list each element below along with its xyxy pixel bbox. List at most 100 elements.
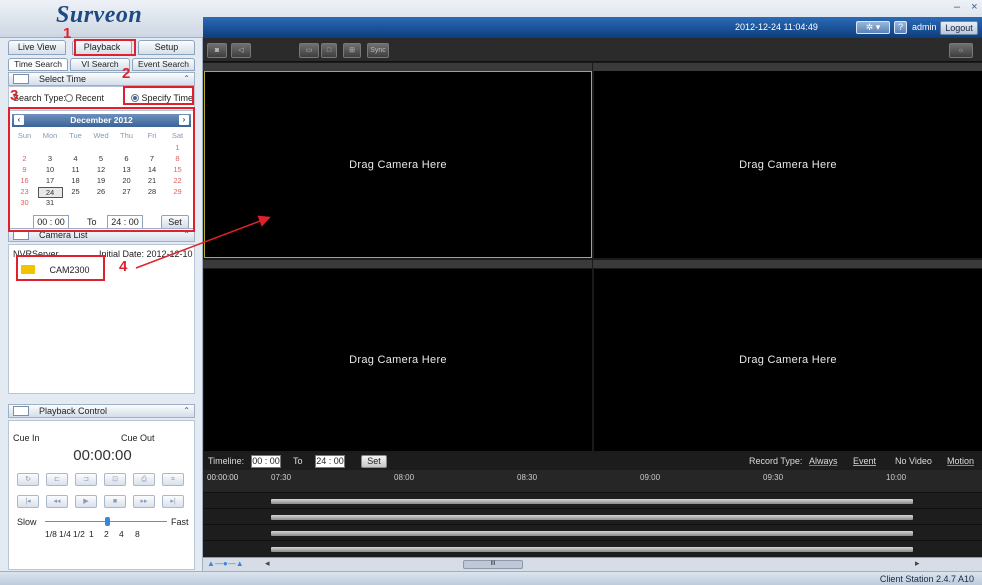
timeline-header: Timeline: 00 : 00 To 24 : 00 Set Record … [203,455,982,471]
pane-label: Drag Camera Here [739,158,837,171]
scroll-right-icon[interactable]: ▸ [915,558,920,569]
timeline-set-button[interactable]: Set [361,455,387,468]
timeline-tick-label: 07:30 [271,473,292,482]
timeline-tick-label: 09:30 [763,473,784,482]
timeline-panel: Timeline: 00 : 00 To 24 : 00 Set Record … [203,452,982,571]
window-controls[interactable]: – × [954,1,982,13]
rewind-icon[interactable]: ↻ [17,473,39,486]
video-toolbar: ◙ ◁ ▭ □ ⊞ Sync ☼ [203,38,982,62]
annotation-number-1: 1 [63,25,72,42]
help-button[interactable]: ? [894,21,907,34]
layout-4-icon[interactable]: ⊞ [343,43,361,58]
scroll-left-icon[interactable]: ◂ [265,558,270,569]
username: admin [912,22,937,32]
pane-label: Drag Camera Here [739,354,837,366]
rewind-fast-icon[interactable]: ◂◂ [46,495,68,508]
record-type-label: Record Type: [749,456,803,466]
sync-button[interactable]: Sync [367,43,389,58]
timeline-to-input[interactable]: 24 : 00 [315,455,345,468]
tab-time-search[interactable]: Time Search [8,58,68,71]
timeline-scrollbar[interactable]: ▲—●—▲ ◂ III ▸ [203,557,982,571]
annotation-box-2 [123,86,194,105]
pane-titlebar [593,260,982,268]
speed-label: 2 [104,529,109,539]
speed-label: 1/4 [59,529,71,539]
print-icon[interactable]: ⎙ [133,473,155,486]
slow-label: Slow [17,517,37,527]
record-type-always[interactable]: Always [809,456,838,466]
export-icon[interactable]: ⊡ [104,473,126,486]
record-type-motion[interactable]: Motion [947,456,974,466]
cue-out-label[interactable]: Cue Out [121,433,155,443]
speed-label: 8 [135,529,140,539]
initial-date: Initial Date: 2012-12-10 [99,249,193,259]
pane-label: Drag Camera Here [349,354,447,366]
settings-button[interactable]: ✲ ▾ [856,21,890,34]
tab-setup[interactable]: Setup [138,40,195,55]
recent-radio[interactable]: Recent [65,93,104,103]
timeline-from-input[interactable]: 00 : 00 [251,455,281,468]
layout-1-icon[interactable]: □ [321,43,337,58]
annotation-number-4: 4 [119,258,128,275]
fullscreen-icon[interactable]: ▭ [299,43,319,58]
video-pane-4[interactable]: Drag Camera Here [594,269,982,451]
speed-slider[interactable] [45,517,167,526]
track-bar [271,515,913,520]
play-icon[interactable]: ▶ [75,495,97,508]
cue-in-icon[interactable]: ⊏ [46,473,68,486]
annotation-box-4 [16,255,105,281]
playback-control: Cue In Cue Out 00:00:00 ↻ ⊏ ⊐ ⊡ ⎙ ⌗ |◂ ◂◂ ▶ ■ ▸▸ ▸… [8,420,195,570]
annotation-number-2: 2 [122,65,131,82]
logout-button[interactable]: Logout [940,21,978,35]
timeline-current-time: 00:00:00 [207,473,239,482]
snapshot-icon[interactable]: ◙ [207,43,227,58]
audio-icon[interactable]: ◁ [231,43,251,58]
last-frame-icon[interactable]: ▸| [162,495,184,508]
speed-label: 1/8 [45,529,57,539]
forward-fast-icon[interactable]: ▸▸ [133,495,155,508]
video-pane-2[interactable]: Drag Camera Here [594,71,982,258]
playback-control-icon [13,406,29,416]
bookmark-icon[interactable]: ⌗ [162,473,184,486]
playback-control-header[interactable]: Playback Control ⌃ [8,404,195,418]
video-pane-3[interactable]: Drag Camera Here [204,269,592,451]
speed-slider-handle[interactable] [105,517,110,526]
timeline-to-label: To [293,456,303,466]
tab-event-search[interactable]: Event Search [132,58,195,71]
track-bar [271,531,913,536]
select-time-title: Select Time [39,74,87,84]
timeline-label: Timeline: [208,456,245,466]
tab-live-view[interactable]: Live View [8,40,66,55]
record-type-event[interactable]: Event [853,456,876,466]
stop-icon[interactable]: ■ [104,495,126,508]
video-pane-1[interactable]: Drag Camera Here [204,71,592,258]
track-bar [271,547,913,552]
scroll-thumb[interactable]: III [463,560,523,569]
radio-icon [65,94,73,102]
speed-label: 1/2 [73,529,85,539]
timeline-tick-label: 08:00 [394,473,415,482]
datetime: 2012-12-24 11:04:49 [735,22,818,32]
first-frame-icon[interactable]: |◂ [17,495,39,508]
zoom-slider-icon[interactable]: ▲—●—▲ [207,559,244,568]
cue-in-label[interactable]: Cue In [13,433,40,443]
annotation-number-3: 3 [10,87,19,104]
tab-vi-search[interactable]: VI Search [70,58,130,71]
record-type-no-video[interactable]: No Video [895,456,932,466]
cue-out-icon[interactable]: ⊐ [75,473,97,486]
speed-label: 4 [119,529,124,539]
collapse-icon[interactable]: ⌃ [183,73,190,85]
main-area: ◙ ◁ ▭ □ ⊞ Sync ☼ Drag Camera Here Drag C… [203,38,982,571]
pane-label: Drag Camera Here [349,158,447,171]
lighting-icon[interactable]: ☼ [949,43,973,58]
playback-time: 00:00:00 [73,447,132,464]
select-time-header[interactable]: Select Time ⌃ [8,72,195,86]
timeline-tick-label: 10:00 [886,473,907,482]
timeline-tick-label: 09:00 [640,473,661,482]
recent-label: Recent [75,93,105,103]
collapse-icon[interactable]: ⌃ [183,405,190,417]
timeline-track[interactable] [203,540,982,558]
fast-label: Fast [171,517,189,527]
pane-titlebar [593,63,982,71]
timeline-scale: 00:00:00 07:30 08:00 08:30 09:00 09:30 10:00 [203,470,982,492]
